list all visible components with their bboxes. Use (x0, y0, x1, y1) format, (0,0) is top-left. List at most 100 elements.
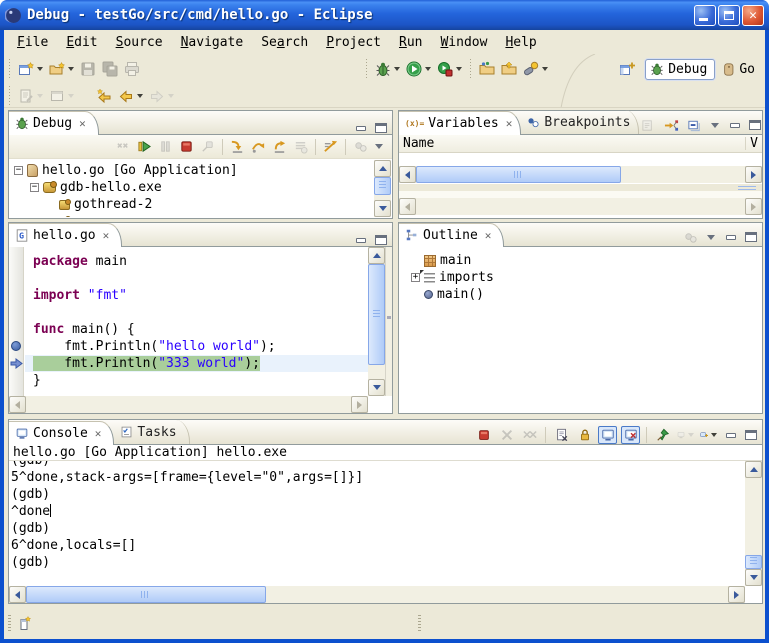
code-line[interactable]: func main() { (25, 321, 368, 338)
clear-console-button[interactable] (552, 426, 571, 444)
debug-tree-item[interactable]: gothread-2 (10, 196, 374, 213)
minimize-view-button[interactable] (724, 429, 738, 441)
maximize-view-button[interactable] (744, 231, 758, 243)
scroll-down-icon[interactable] (745, 569, 762, 586)
console-output[interactable]: (gdb)5^done,stack-args=[frame={level="0"… (11, 461, 744, 586)
show-stdout-button[interactable] (598, 426, 617, 444)
scroll-down-icon[interactable] (368, 379, 385, 396)
scroll-right-icon[interactable] (728, 586, 745, 603)
menu-window[interactable]: Window (431, 33, 496, 52)
scroll-lock-button[interactable] (575, 426, 594, 444)
open-folder-button[interactable] (498, 57, 520, 81)
run-button[interactable] (403, 57, 434, 81)
step-return-button[interactable] (270, 138, 289, 156)
run-external-tools-button[interactable] (434, 57, 465, 81)
close-tab-icon[interactable]: ✕ (485, 229, 492, 242)
open-perspective-button[interactable] (616, 57, 638, 81)
code-line[interactable] (25, 270, 368, 287)
menu-project[interactable]: Project (317, 33, 390, 52)
terminate-button[interactable] (474, 426, 493, 444)
maximize-button[interactable] (718, 5, 740, 26)
outline-item[interactable]: main (407, 252, 762, 269)
show-stderr-button[interactable] (621, 426, 640, 444)
code-line[interactable]: } (25, 372, 368, 389)
debug-tree-item[interactable]: −hello.go [Go Application] (10, 162, 374, 179)
terminate-button[interactable] (177, 138, 196, 156)
resume-button[interactable] (135, 138, 154, 156)
step-over-button[interactable] (249, 138, 268, 156)
use-step-filters-button[interactable] (321, 138, 340, 156)
toolbar-grip[interactable] (468, 59, 473, 79)
code-line[interactable]: package main (25, 253, 368, 270)
new-wizard-button[interactable] (15, 57, 46, 81)
variables-detail-pane[interactable] (399, 191, 762, 198)
open-console-button[interactable] (699, 426, 718, 444)
scroll-up-icon[interactable] (368, 247, 385, 264)
variables-column-header[interactable]: Name V (399, 135, 762, 153)
breakpoint-icon[interactable] (11, 341, 21, 351)
close-tab-icon[interactable]: ✕ (95, 427, 102, 440)
variables-horizontal-scrollbar[interactable] (399, 166, 762, 183)
code-line[interactable]: fmt.Println("hello world"); (25, 338, 368, 355)
detail-pane-sash[interactable] (399, 183, 762, 191)
show-logical-structure-button[interactable] (662, 116, 681, 134)
editor-vertical-scrollbar[interactable] (368, 247, 385, 396)
view-menu-icon[interactable] (711, 123, 719, 128)
toolbar-grip[interactable] (7, 59, 12, 79)
scroll-left-icon[interactable] (9, 586, 26, 603)
close-button[interactable]: ✕ (742, 5, 764, 26)
close-tab-icon[interactable]: ✕ (103, 229, 110, 242)
debug-button[interactable] (372, 57, 403, 81)
tab-outline[interactable]: Outline ✕ (399, 223, 504, 247)
minus-expander-icon[interactable]: − (14, 166, 23, 175)
minimize-view-button[interactable] (724, 231, 738, 243)
tab-console[interactable]: Console ✕ (9, 421, 114, 445)
back-button[interactable] (115, 84, 146, 108)
menu-help[interactable]: Help (496, 33, 545, 52)
code-line[interactable]: import "fmt" (25, 287, 368, 304)
scroll-up-icon[interactable] (745, 461, 762, 478)
open-resource-button[interactable] (476, 57, 498, 81)
menu-edit[interactable]: Edit (57, 33, 106, 52)
maximize-view-button[interactable] (748, 119, 762, 131)
close-tab-icon[interactable]: ✕ (79, 117, 86, 130)
editor-annotation-ruler[interactable] (9, 247, 24, 396)
scroll-down-icon[interactable] (374, 200, 391, 217)
minimize-view-button[interactable] (728, 119, 742, 131)
tab-tasks[interactable]: Tasks (114, 420, 189, 444)
tab-hello-go[interactable]: G hello.go ✕ (9, 223, 122, 247)
outline-item[interactable]: main() (407, 286, 762, 303)
tab-variables[interactable]: (x)= Variables ✕ (399, 111, 521, 135)
code-line[interactable] (25, 304, 368, 321)
code-line[interactable]: fmt.Println("333 world"); (25, 355, 368, 372)
maximize-view-button[interactable] (374, 234, 388, 246)
scroll-right-icon[interactable] (745, 166, 762, 183)
view-menu-icon[interactable] (707, 235, 715, 240)
tab-debug[interactable]: Debug ✕ (9, 111, 99, 135)
minimize-button[interactable] (694, 5, 716, 26)
outline-item[interactable]: +imports (407, 269, 762, 286)
close-tab-icon[interactable]: ✕ (506, 117, 513, 130)
minimize-view-button[interactable] (354, 234, 368, 246)
scroll-up-icon[interactable] (374, 160, 391, 177)
tab-breakpoints[interactable]: Breakpoints (521, 110, 639, 134)
editor-overview-ruler[interactable] (385, 247, 392, 396)
step-into-button[interactable] (228, 138, 247, 156)
new-project-button[interactable] (46, 57, 77, 81)
view-menu-icon[interactable] (375, 144, 383, 149)
menu-navigate[interactable]: Navigate (172, 33, 253, 52)
last-edit-location-button[interactable] (93, 84, 115, 108)
titlebar[interactable]: Debug - testGo/src/cmd/hello.go - Eclips… (0, 0, 769, 30)
minus-expander-icon[interactable]: − (30, 183, 39, 192)
debug-vertical-scrollbar[interactable] (374, 160, 391, 217)
go-perspective-button[interactable]: Go (722, 62, 755, 77)
minimize-view-button[interactable] (354, 122, 368, 134)
toolbar-grip[interactable] (364, 59, 369, 79)
menu-source[interactable]: Source (107, 33, 172, 52)
debug-tree-item[interactable]: −gdb-hello.exe (10, 179, 374, 196)
debug-perspective-button[interactable]: Debug (645, 59, 715, 80)
collapse-all-button[interactable] (685, 116, 704, 134)
pin-console-button[interactable] (653, 426, 672, 444)
editor-code-area[interactable]: package main import "fmt" func main() { … (25, 247, 368, 396)
menu-file[interactable]: File (8, 33, 57, 52)
